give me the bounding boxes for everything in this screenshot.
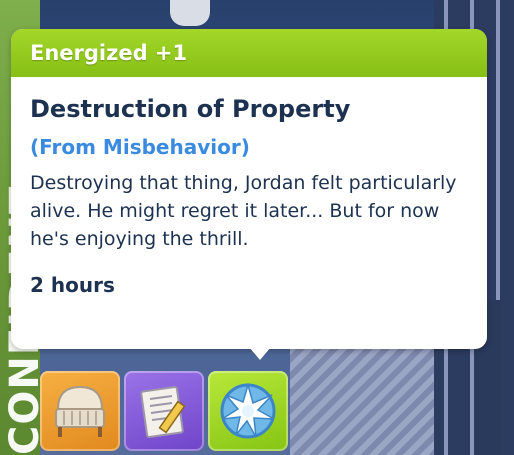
- crib-icon: [55, 385, 105, 437]
- moodlet-button-crib[interactable]: [40, 371, 120, 451]
- note-pencil-icon: [140, 385, 186, 439]
- tooltip-header: Energized +1: [11, 29, 487, 77]
- tooltip-pointer: [249, 347, 271, 360]
- moodlet-button-note[interactable]: [124, 371, 204, 451]
- burst-icon: [220, 382, 276, 439]
- moodlet-duration: 2 hours: [30, 273, 115, 297]
- moodlet-tooltip: Energized +1 Destruction of Property (Fr…: [11, 29, 487, 360]
- moodlet-source: (From Misbehavior): [30, 135, 250, 159]
- moodlet-button-energized[interactable]: [208, 371, 288, 451]
- background-bone-object: [170, 0, 210, 26]
- moodlet-title: Destruction of Property: [30, 95, 351, 123]
- tooltip-body: Destruction of Property (From Misbehavio…: [11, 77, 487, 297]
- moodlet-description: Destroying that thing, Jordan felt parti…: [30, 172, 457, 250]
